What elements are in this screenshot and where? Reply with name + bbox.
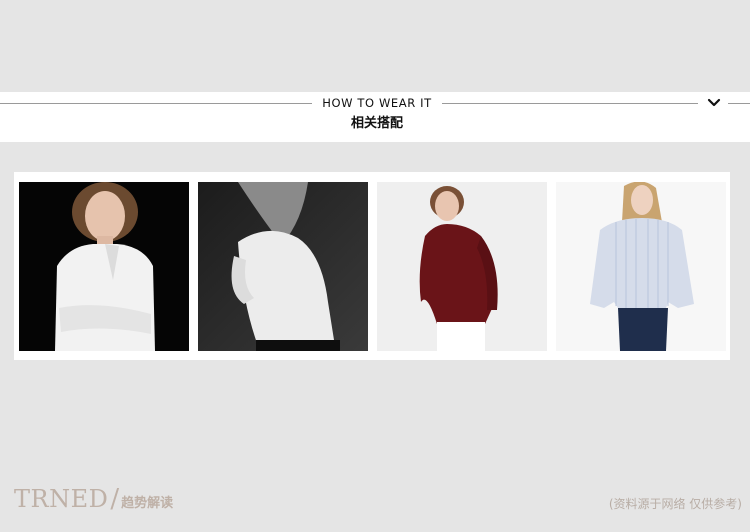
divider-right xyxy=(442,103,698,104)
gallery-photo[interactable] xyxy=(556,182,726,351)
divider-tail xyxy=(728,103,750,104)
outfit-gallery xyxy=(14,172,730,360)
logo-divider: / xyxy=(110,484,120,514)
gallery-photo[interactable] xyxy=(19,182,189,351)
logo-wordmark: TRNED xyxy=(14,485,109,513)
chevron-down-icon[interactable] xyxy=(706,95,722,111)
gallery-photo[interactable] xyxy=(377,182,547,351)
divider-left xyxy=(0,103,312,104)
section-header: HOW TO WEAR IT 相关搭配 xyxy=(0,92,750,142)
logo-subtitle: 趋势解读 xyxy=(121,496,174,511)
section-title-zh: 相关搭配 xyxy=(350,116,403,131)
gallery-photo[interactable] xyxy=(198,182,368,351)
brand-logo: TRNED/趋势解读 xyxy=(14,484,173,514)
section-title-en: HOW TO WEAR IT xyxy=(322,96,432,110)
source-disclaimer: (资料源于网络 仅供参考) xyxy=(608,497,742,511)
